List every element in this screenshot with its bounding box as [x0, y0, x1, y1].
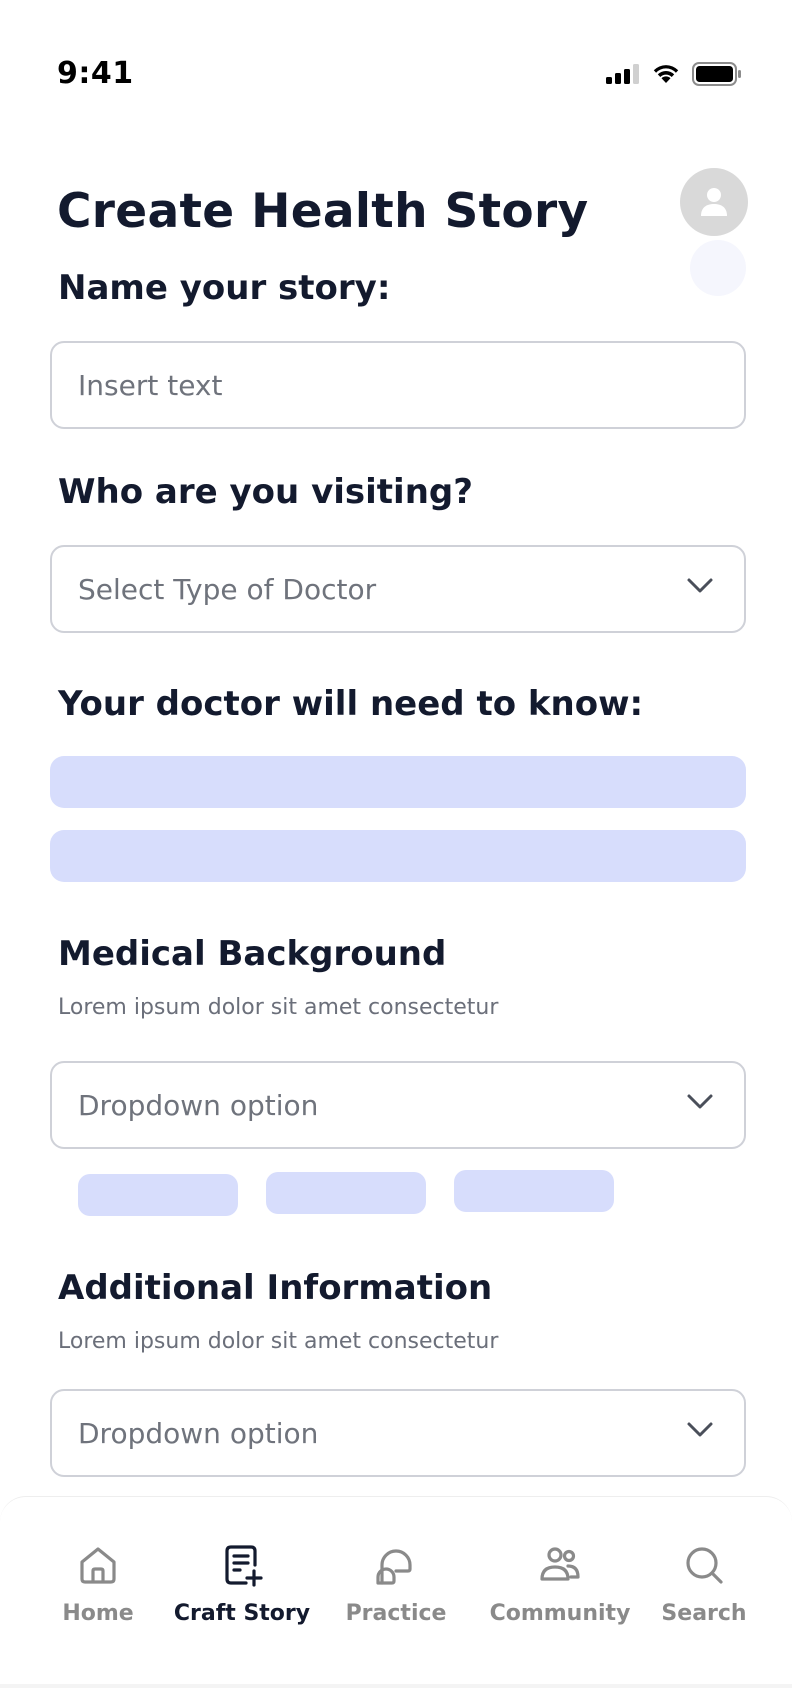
avatar[interactable]	[680, 168, 748, 236]
battery-icon	[692, 62, 741, 86]
chevron-down-icon	[687, 578, 713, 593]
additional-information-label: Additional Information	[58, 1268, 493, 1308]
home-icon	[80, 1547, 116, 1584]
create-health-story-screen: 9:41 Create Health Story Name your story…	[0, 0, 792, 1688]
page-title: Create Health Story	[57, 184, 589, 239]
craft-story-icon	[225, 1545, 263, 1587]
wifi-icon	[653, 65, 679, 83]
doctor-type-select[interactable]: Select Type of Doctor	[50, 545, 746, 633]
story-name-input[interactable]	[78, 368, 718, 402]
medical-background-chip[interactable]	[454, 1170, 614, 1212]
medical-background-dropdown-value: Dropdown option	[78, 1088, 319, 1122]
nav-label-practice: Practice	[345, 1601, 447, 1626]
home-indicator	[0, 1684, 792, 1688]
doctor-needs-label: Your doctor will need to know:	[58, 684, 644, 724]
nav-item-community[interactable]: Community	[490, 1543, 630, 1626]
story-name-label: Name your story:	[58, 268, 391, 308]
additional-information-dropdown-value: Dropdown option	[78, 1416, 319, 1450]
people-icon	[540, 1547, 580, 1581]
additional-information-description: Lorem ipsum dolor sit amet consectetur	[58, 1329, 499, 1354]
status-time: 9:41	[57, 56, 134, 91]
cellular-signal-icon	[606, 64, 639, 84]
medical-background-description: Lorem ipsum dolor sit amet consectetur	[58, 995, 499, 1020]
status-icons	[606, 62, 742, 86]
bottom-nav: Home Craft Story Practice Community Sear…	[0, 1496, 792, 1688]
nav-label-craft-story: Craft Story	[173, 1601, 311, 1626]
nav-item-craft-story[interactable]: Craft Story	[170, 1543, 314, 1626]
nav-item-practice[interactable]: Practice	[346, 1543, 446, 1626]
medical-background-chip[interactable]	[266, 1172, 426, 1214]
doctor-type-label: Who are you visiting?	[58, 472, 473, 512]
doctor-needs-item[interactable]	[50, 756, 746, 808]
story-name-field	[50, 341, 746, 429]
nav-label-home: Home	[62, 1601, 134, 1626]
additional-information-dropdown[interactable]: Dropdown option	[50, 1389, 746, 1477]
nav-item-search[interactable]: Search	[661, 1543, 747, 1626]
avatar-glow	[690, 240, 746, 296]
chevron-down-icon	[687, 1094, 713, 1109]
medical-background-label: Medical Background	[58, 934, 447, 974]
doctor-type-placeholder: Select Type of Doctor	[78, 572, 377, 606]
medical-background-dropdown[interactable]: Dropdown option	[50, 1061, 746, 1149]
nav-label-search: Search	[661, 1601, 747, 1626]
nav-item-home[interactable]: Home	[58, 1543, 138, 1626]
medical-background-chip[interactable]	[78, 1174, 238, 1216]
nav-label-community: Community	[489, 1601, 631, 1626]
chat-bubbles-icon	[376, 1549, 412, 1585]
doctor-needs-item[interactable]	[50, 830, 746, 882]
user-icon	[701, 188, 727, 216]
search-icon	[686, 1547, 723, 1584]
chevron-down-icon	[687, 1422, 713, 1437]
